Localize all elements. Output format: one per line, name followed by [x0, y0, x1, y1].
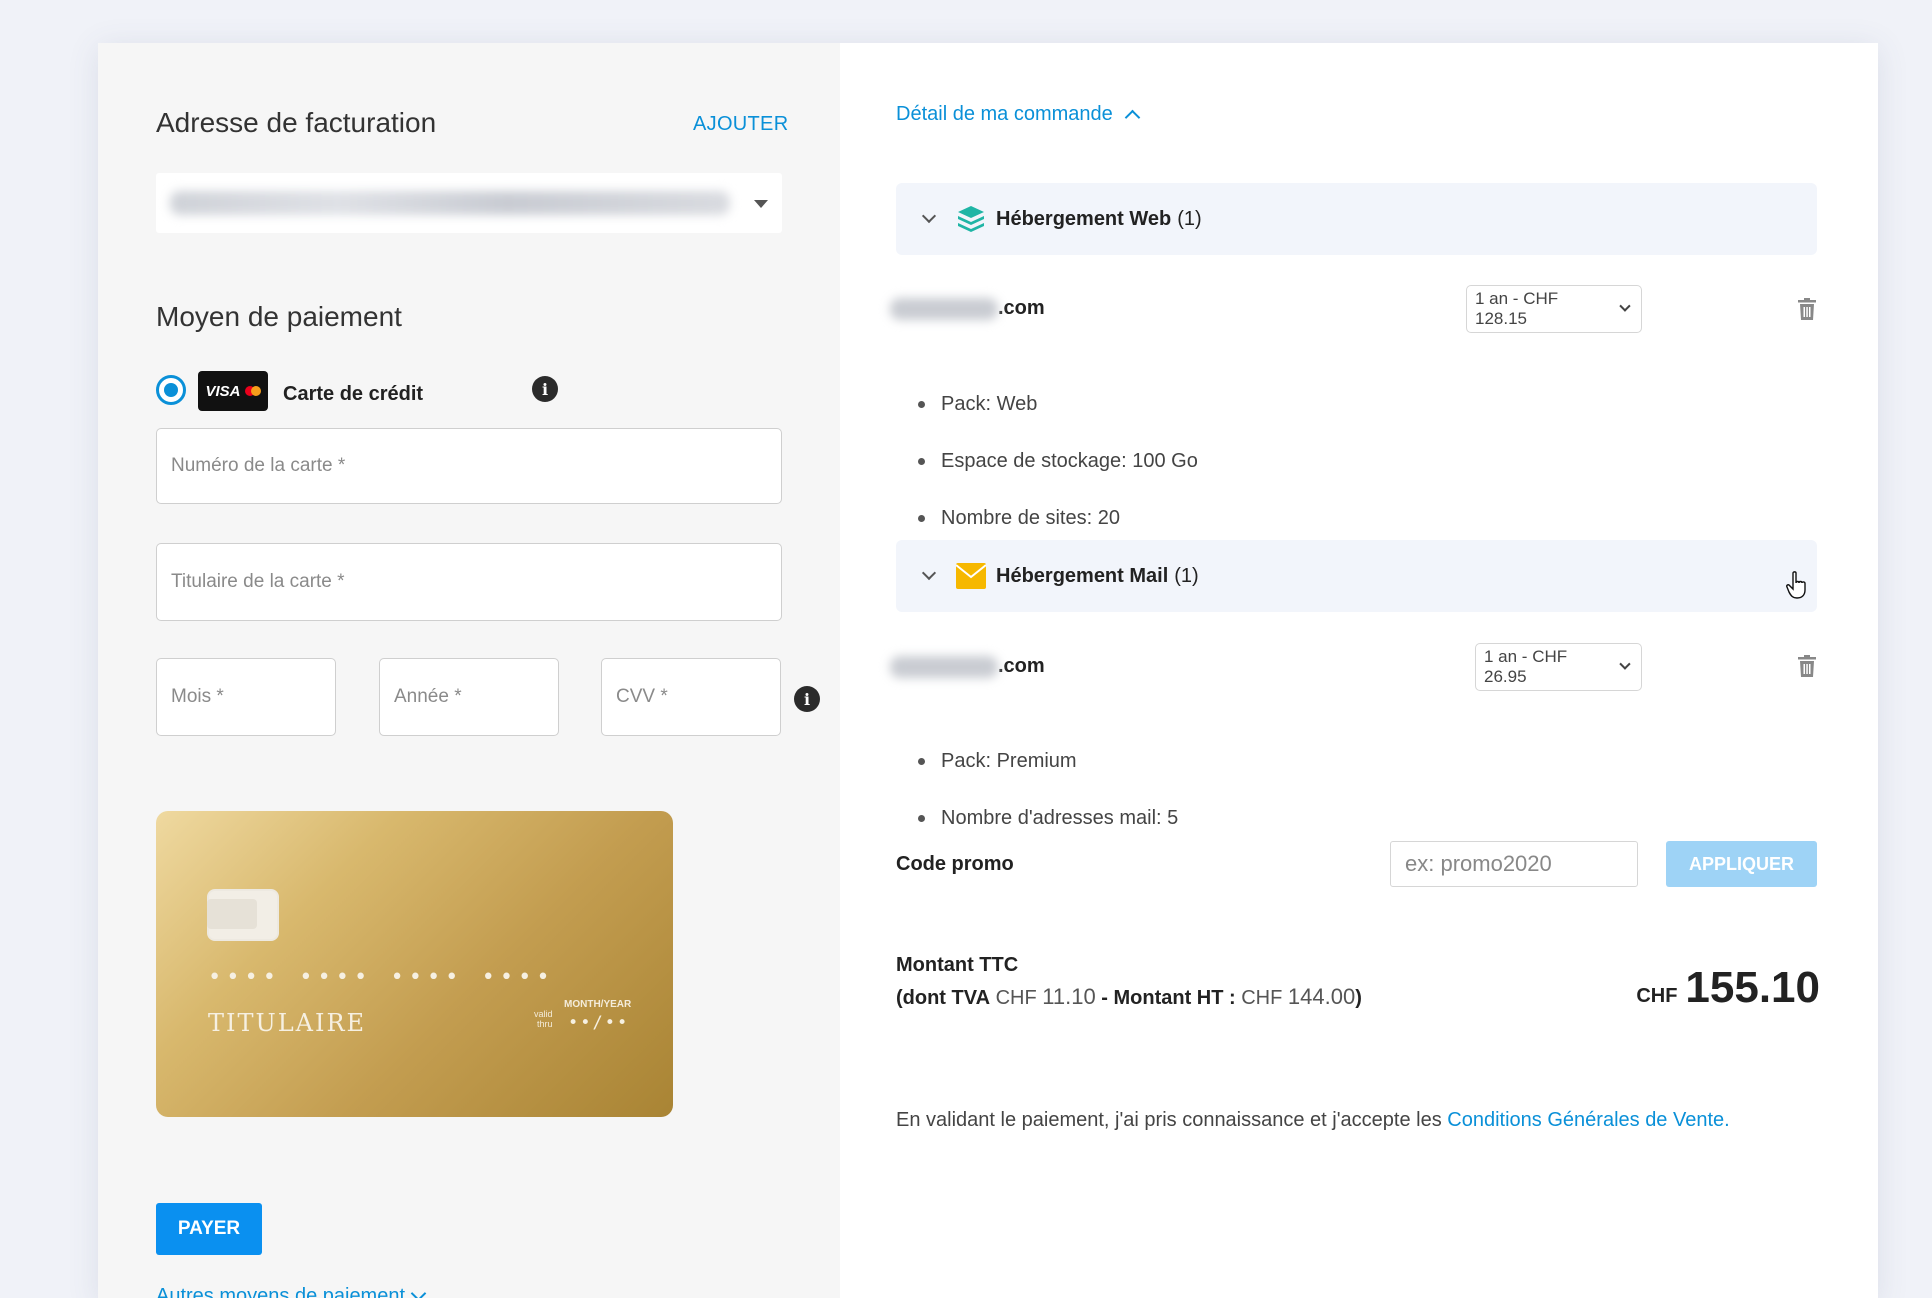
total-label: Montant TTC — [896, 954, 1019, 976]
card-preview-number: •••• •••• •••• •••• — [208, 965, 555, 990]
year-input[interactable]: Année * — [379, 658, 559, 736]
domain-suffix: .com — [998, 297, 1045, 319]
terms-text: En validant le paiement, j'ai pris conna… — [896, 1109, 1730, 1132]
total-currency: CHF — [1636, 985, 1678, 1007]
month-input[interactable]: Mois * — [156, 658, 336, 736]
mastercard-icon — [244, 386, 261, 396]
promo-code-label: Code promo — [896, 853, 1014, 875]
terms-prefix: En validant le paiement, j'ai pris conna… — [896, 1109, 1442, 1131]
trash-icon[interactable] — [1798, 298, 1816, 320]
trash-icon[interactable] — [1798, 655, 1816, 677]
period-select[interactable]: 1 an - CHF 26.95 — [1475, 643, 1642, 691]
hand-cursor-icon — [1786, 571, 1806, 599]
feature-item: Nombre d'adresses mail: 5 — [918, 807, 1178, 830]
feature-item: Nombre de sites: 20 — [918, 507, 1120, 530]
cvv-input[interactable]: CVV * — [601, 658, 781, 736]
feature-item: Pack: Premium — [918, 750, 1077, 773]
blurred-domain — [890, 297, 998, 320]
ht-label: - Montant HT : — [1101, 987, 1236, 1009]
other-payment-methods-link[interactable]: Autres moyens de paiement — [156, 1285, 427, 1298]
card-preview-valid-thru: valid thru — [534, 1009, 553, 1029]
payment-title: Moyen de paiement — [156, 301, 402, 332]
domain-row: .com — [890, 655, 1045, 678]
ht-value: 144.00 — [1287, 984, 1356, 1009]
envelope-icon — [956, 563, 986, 589]
chevron-down-icon — [410, 1285, 427, 1298]
feature-item: Espace de stockage: 100 Go — [918, 450, 1198, 473]
pay-button[interactable]: PAYER — [156, 1203, 262, 1255]
chevron-down-icon — [1619, 658, 1631, 670]
billing-title: Adresse de facturation — [156, 107, 437, 138]
total-value: 155.10 — [1685, 963, 1820, 1012]
period-value: 1 an - CHF 26.95 — [1484, 647, 1568, 686]
chevron-down-icon — [1619, 300, 1631, 312]
ht-currency: CHF — [1241, 987, 1283, 1009]
terms-link[interactable]: Conditions Générales de Vente. — [1447, 1109, 1729, 1131]
add-address-link[interactable]: AJOUTER — [693, 113, 788, 136]
card-preview-month-year-label: MONTH/YEAR — [564, 999, 632, 1010]
visa-logo-text: VISA — [205, 382, 241, 400]
section-title: Hébergement Mail — [996, 564, 1169, 587]
section-count: (1) — [1174, 564, 1199, 587]
cvv-info-icon[interactable]: i — [794, 686, 820, 712]
total-amount: CHF 155.10 — [1636, 963, 1820, 1013]
period-value: 1 an - CHF 128.15 — [1475, 289, 1559, 328]
period-select[interactable]: 1 an - CHF 128.15 — [1466, 285, 1642, 333]
feature-item: Pack: Web — [918, 393, 1037, 416]
stack-icon — [958, 206, 984, 232]
visa-mastercard-logo: VISA — [198, 371, 268, 411]
tax-breakdown: (dont TVA CHF 11.10 - Montant HT : CHF 1… — [896, 981, 1362, 1014]
valid-text: valid — [534, 1009, 553, 1019]
blurred-address — [170, 191, 730, 215]
section-web-hosting[interactable]: Hébergement Web (1) — [896, 183, 1817, 255]
card-preview: •••• •••• •••• •••• TITULAIRE valid thru… — [156, 811, 673, 1117]
info-icon[interactable]: i — [532, 376, 558, 402]
chevron-down-icon[interactable] — [921, 565, 937, 581]
other-methods-label: Autres moyens de paiement — [156, 1285, 406, 1298]
section-title: Hébergement Web — [996, 207, 1172, 230]
dropdown-caret-icon — [754, 200, 768, 208]
tva-value: 11.10 — [1042, 984, 1096, 1009]
order-detail-toggle[interactable]: Détail de ma commande — [896, 103, 1141, 126]
card-preview-expiry: ••/•• — [568, 1013, 630, 1033]
card-preview-holder: TITULAIRE — [208, 1009, 367, 1037]
domain-suffix: .com — [998, 655, 1045, 677]
payment-column: Adresse de facturation AJOUTER Moyen de … — [98, 43, 840, 1298]
order-detail-label: Détail de ma commande — [896, 103, 1113, 125]
ht-suffix: ) — [1355, 987, 1362, 1009]
blurred-domain — [890, 655, 998, 678]
credit-card-radio[interactable] — [156, 375, 186, 405]
checkout-panel: Adresse de facturation AJOUTER Moyen de … — [98, 43, 1878, 1298]
domain-row: .com — [890, 297, 1045, 320]
card-number-input[interactable]: Numéro de la carte * — [156, 428, 782, 504]
order-column: Détail de ma commande Hébergement Web (1… — [840, 43, 1878, 1298]
billing-address-select[interactable] — [156, 173, 782, 233]
tva-prefix: (dont TVA — [896, 987, 991, 1009]
thru-text: thru — [537, 1019, 553, 1029]
section-mail-hosting[interactable]: Hébergement Mail (1) — [896, 540, 1817, 612]
credit-card-label[interactable]: Carte de crédit — [283, 383, 423, 406]
apply-promo-button[interactable]: APPLIQUER — [1666, 841, 1817, 887]
chevron-down-icon[interactable] — [921, 208, 937, 224]
promo-code-input[interactable]: ex: promo2020 — [1390, 841, 1638, 887]
section-count: (1) — [1177, 207, 1202, 230]
tva-currency: CHF — [995, 987, 1037, 1009]
card-chip-icon — [207, 889, 279, 941]
chevron-up-icon — [1124, 109, 1141, 126]
card-holder-input[interactable]: Titulaire de la carte * — [156, 543, 782, 621]
